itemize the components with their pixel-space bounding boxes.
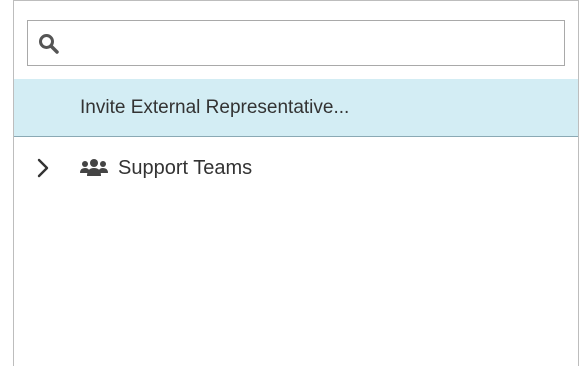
users-group-icon (80, 159, 108, 176)
search-box[interactable] (27, 20, 565, 66)
representative-picker-panel: Invite External Representative... Suppor… (13, 0, 579, 366)
tree-item-label: Support Teams (118, 157, 253, 179)
chevron-right-icon[interactable] (36, 157, 50, 179)
search-input[interactable] (68, 21, 558, 65)
invite-external-representative-item[interactable]: Invite External Representative... (14, 79, 578, 137)
invite-external-representative-label: Invite External Representative... (80, 97, 350, 118)
search-icon (39, 34, 59, 54)
tree-item-support-teams[interactable]: Support Teams (14, 137, 578, 199)
